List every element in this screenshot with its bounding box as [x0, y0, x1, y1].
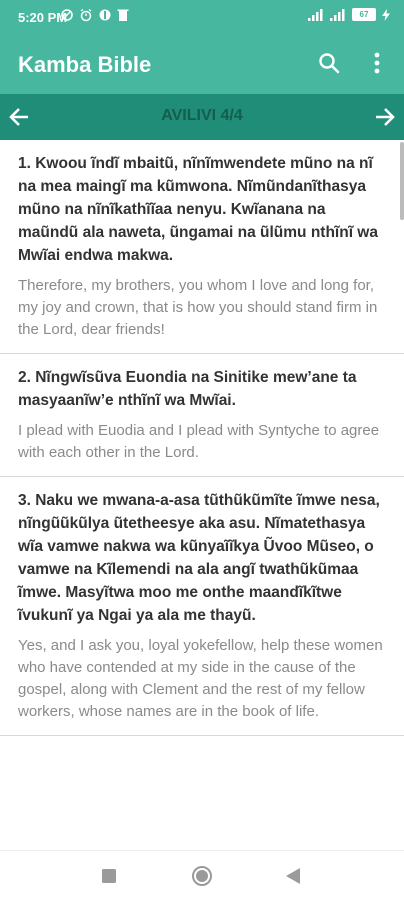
- battery-icon: 67: [352, 8, 376, 21]
- signal-icon-2: [330, 8, 345, 21]
- verse-english-text: Therefore, my brothers, you whom I love …: [18, 277, 378, 338]
- verse-kamba-text: 1. Kwoou ĩndĩ mbaitũ, nĩnĩmwendete mũno …: [18, 155, 378, 264]
- overflow-menu-button[interactable]: [364, 50, 390, 76]
- verse-english-text: I plead with Euodia and I plead with Syn…: [18, 422, 380, 461]
- search-icon: [319, 53, 340, 74]
- app-bar: Kamba Bible: [0, 36, 404, 94]
- next-chapter-button[interactable]: [370, 102, 400, 132]
- data-saver-icon: [61, 9, 73, 21]
- back-button[interactable]: [282, 865, 304, 887]
- app-notification-icon: [99, 9, 111, 21]
- triangle-back-icon: [286, 868, 300, 884]
- trash-notification-icon: [117, 9, 129, 21]
- verse-kamba-text: 3. Naku we mwana-a-asa tũthũkũmĩte ĩmwe …: [18, 492, 380, 624]
- system-navigation-bar: [0, 850, 404, 901]
- square-icon: [102, 869, 116, 883]
- verse-item[interactable]: 2. Nĩngwĩsũva Euondia na Sinitike mew’an…: [0, 354, 404, 477]
- scrollbar[interactable]: [400, 142, 404, 220]
- verse-item[interactable]: 1. Kwoou ĩndĩ mbaitũ, nĩnĩmwendete mũno …: [0, 140, 404, 354]
- status-system-icons: 67: [308, 8, 390, 21]
- alarm-icon: [80, 8, 92, 22]
- verse-item[interactable]: 3. Naku we mwana-a-asa tũthũkũmĩte ĩmwe …: [0, 477, 404, 736]
- more-vertical-icon: [374, 52, 380, 74]
- search-button[interactable]: [316, 50, 342, 76]
- verse-english-text: Yes, and I ask you, loyal yokefellow, he…: [18, 637, 383, 720]
- chapter-title: AVILIVI 4/4: [161, 107, 243, 124]
- app-actions: [316, 50, 390, 76]
- charging-icon: [382, 8, 390, 21]
- app-title: Kamba Bible: [18, 52, 152, 77]
- status-notification-icons: [60, 8, 129, 22]
- chapter-nav-bar: AVILIVI 4/4: [0, 94, 404, 140]
- recents-button[interactable]: [98, 865, 120, 887]
- home-button[interactable]: [191, 865, 213, 887]
- status-bar: 5:20 PM 67: [0, 0, 404, 36]
- verse-list[interactable]: 1. Kwoou ĩndĩ mbaitũ, nĩnĩmwendete mũno …: [0, 140, 404, 850]
- verse-kamba-text: 2. Nĩngwĩsũva Euondia na Sinitike mew’an…: [18, 369, 357, 409]
- arrow-right-icon: [376, 108, 395, 126]
- signal-icon: [308, 8, 323, 21]
- circle-icon: [192, 866, 212, 886]
